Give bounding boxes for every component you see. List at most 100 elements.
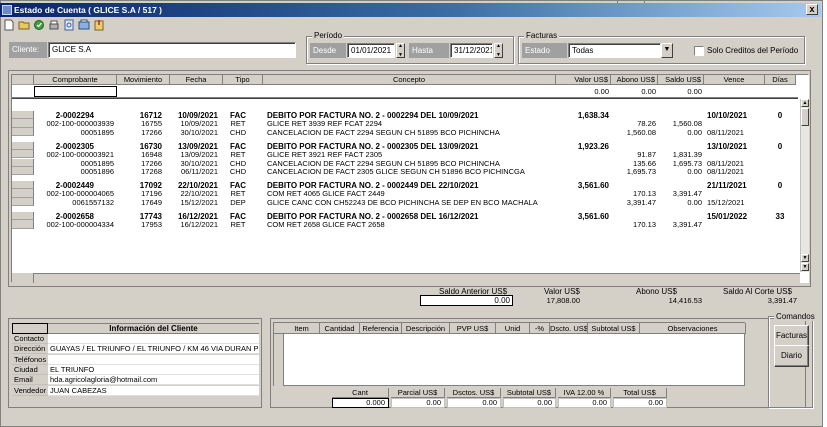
- cell-valor: 3,561.60: [577, 181, 609, 191]
- cell-mov: 17649: [141, 197, 162, 207]
- grid-total-saldo: 0.00: [687, 87, 702, 96]
- detail-col[interactable]: Descripción: [402, 323, 450, 334]
- facturas-legend: Facturas: [524, 31, 560, 40]
- detail-col[interactable]: Item: [284, 323, 320, 334]
- col-vence[interactable]: Vence: [704, 75, 765, 85]
- detail-col[interactable]: -%: [530, 323, 550, 334]
- print-icon[interactable]: [48, 19, 62, 33]
- title-bar: Estado de Cuenta ( GLICE S.A / 517 ) x: [0, 3, 821, 17]
- col-comprobante[interactable]: Comprobante: [34, 75, 117, 85]
- hasta-field[interactable]: 31/12/2021: [450, 43, 493, 58]
- row-selector[interactable]: [12, 111, 34, 120]
- detail-col[interactable]: Cantidad: [320, 323, 360, 334]
- cell-concepto: GLICE CANC CON CH52243 DE BCO PICHINCHA …: [267, 197, 538, 207]
- detail-total-label: Subtotal US$: [503, 388, 556, 398]
- detail-col[interactable]: Observaciones: [640, 323, 746, 334]
- cell-vence: 08/11/2021: [707, 127, 744, 137]
- row-selector[interactable]: [12, 197, 34, 206]
- col-movimiento[interactable]: Movimiento: [117, 75, 170, 85]
- col-valor[interactable]: Valor US$: [556, 75, 611, 85]
- valor-total: 17,808.00: [546, 296, 580, 305]
- col-tipo[interactable]: Tipo: [223, 75, 263, 85]
- row-selector[interactable]: [12, 127, 34, 136]
- detail-col[interactable]: Unid: [496, 323, 530, 334]
- close-button[interactable]: x: [806, 4, 818, 15]
- info-value: EL TRIUNFO: [48, 364, 259, 375]
- col-abono[interactable]: Abono US$: [611, 75, 658, 85]
- row-selector[interactable]: [12, 212, 34, 221]
- detail-total-label: Parcial US$: [391, 388, 445, 398]
- cliente-field[interactable]: GLICE S.A: [48, 42, 296, 58]
- info-label: Teléfonos: [12, 354, 48, 365]
- col-fecha[interactable]: Fecha: [170, 75, 223, 85]
- detail-col[interactable]: Subtotal US$: [588, 323, 640, 334]
- scroll-up-icon[interactable]: ▲: [801, 99, 809, 107]
- detail-col[interactable]: Dscto. US$: [550, 323, 588, 334]
- grid-footer-corner: [12, 273, 34, 283]
- row-selector[interactable]: [12, 189, 34, 198]
- info-label: Email: [12, 375, 48, 386]
- export-icon[interactable]: [78, 19, 92, 33]
- cell-comp: 00051895: [80, 127, 114, 137]
- cell-fecha: 15/12/2021: [180, 197, 218, 207]
- preview-icon[interactable]: [63, 19, 77, 33]
- detail-total-label: Dsctos. US$: [447, 388, 501, 398]
- cell-vence: 15/12/2021: [707, 197, 745, 207]
- grid-vscrollbar[interactable]: ▲ ▼ ▼: [800, 99, 809, 272]
- cell-mov: 17268: [141, 166, 162, 176]
- col-dias[interactable]: Días: [765, 75, 796, 85]
- cell-concepto: CANCELACION DE FACT 2294 SEGUN CH 51895 …: [267, 127, 500, 137]
- app-icon: [2, 5, 12, 15]
- info-value: GUAYAS / EL TRIUNFO / EL TRIUNFO / KM 46…: [48, 344, 259, 355]
- col-saldo[interactable]: Saldo US$: [658, 75, 704, 85]
- chevron-down-icon[interactable]: ▼: [661, 43, 673, 58]
- cell-dias: 0: [777, 181, 783, 191]
- comandos-legend: Comandos: [774, 312, 817, 321]
- row-selector[interactable]: [12, 181, 34, 190]
- info-value: JUAN CABEZAS: [48, 385, 259, 396]
- detail-total-value: 0.00: [447, 398, 501, 408]
- cell-vence: 10/10/2021: [707, 111, 748, 120]
- row-selector[interactable]: [12, 220, 34, 229]
- exit-icon[interactable]: [93, 19, 107, 33]
- info-label: Dirección: [12, 344, 48, 355]
- row-selector[interactable]: [12, 166, 34, 176]
- detail-col[interactable]: PVP US$: [450, 323, 496, 334]
- cell-mov: 17266: [141, 127, 162, 137]
- col-concepto[interactable]: Concepto: [263, 75, 556, 85]
- row-selector[interactable]: [12, 150, 34, 159]
- detail-col[interactable]: Referencia: [360, 323, 402, 334]
- saldo-anterior-field[interactable]: 0.00: [420, 295, 513, 306]
- periodo-legend: Período: [312, 31, 345, 40]
- desde-spinner[interactable]: [396, 43, 405, 58]
- new-icon[interactable]: [3, 19, 17, 33]
- scroll-down-icon[interactable]: ▼: [801, 254, 809, 262]
- facturas-button[interactable]: Facturas: [774, 325, 809, 347]
- cell-mov: 17953: [141, 220, 162, 230]
- estado-select[interactable]: Todas: [568, 43, 661, 58]
- scroll-thumb[interactable]: [801, 108, 809, 126]
- grid-footer: [12, 273, 800, 283]
- cell-abono: 1,695.73: [626, 166, 656, 176]
- account-grid[interactable]: Comprobante Movimiento Fecha Tipo Concep…: [11, 74, 809, 283]
- solo-creditos-checkbox[interactable]: [694, 46, 704, 56]
- diario-button[interactable]: Diario: [774, 345, 809, 367]
- cell-vence: 15/01/2022: [707, 212, 748, 221]
- row-selector[interactable]: [12, 119, 34, 128]
- row-selector[interactable]: [12, 141, 34, 151]
- cell-saldo: 0.00: [687, 127, 702, 137]
- row-selector[interactable]: [12, 158, 34, 167]
- grid-body: 2-0002294 16712 10/09/2021 FAC DEBITO POR FA…: [12, 99, 798, 272]
- cell-valor: 3,561.60: [577, 212, 609, 221]
- refresh-icon[interactable]: [33, 19, 47, 33]
- cell-vence: 08/11/2021: [707, 166, 744, 176]
- hasta-spinner[interactable]: [494, 43, 503, 58]
- open-icon[interactable]: [18, 19, 32, 33]
- client-info-corner: [12, 323, 48, 334]
- desde-field[interactable]: 01/01/2021: [347, 43, 395, 58]
- detail-grid[interactable]: Item Cantidad Referencia Descripción PVP US$…: [273, 322, 746, 386]
- grid-filter-cell[interactable]: [34, 86, 117, 97]
- cliente-label: Cliente:: [9, 42, 47, 58]
- detail-total-value[interactable]: 0.000: [332, 398, 389, 408]
- scroll-end-icon[interactable]: ▼: [801, 263, 809, 271]
